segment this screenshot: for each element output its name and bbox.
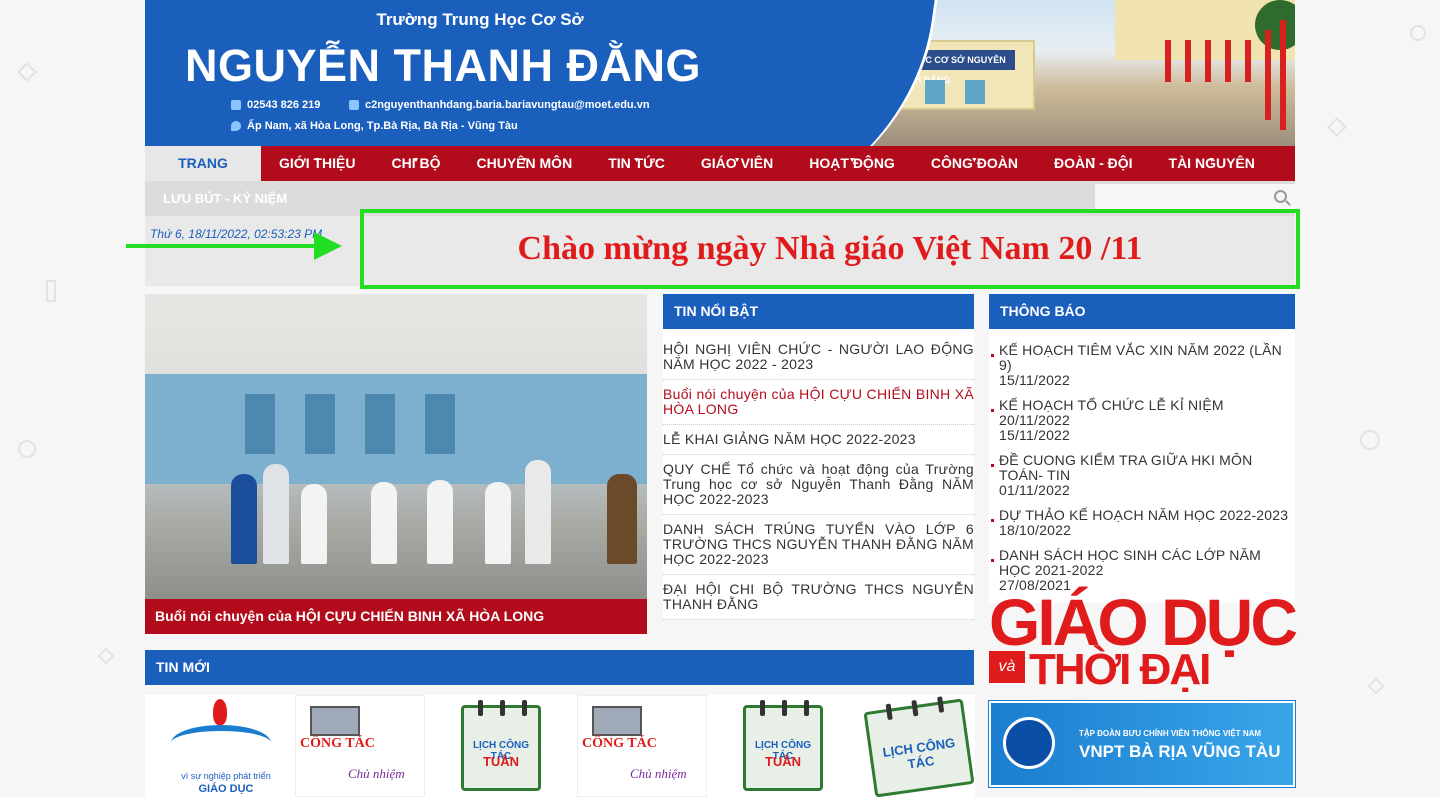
notice-item[interactable]: ĐỀ CUONG KIỂM TRA GIỮA HKI MÔN TOÁN- TIN… [989,453,1295,508]
featured-photo [145,294,647,599]
notices-header: THÔNG BÁO [989,294,1295,329]
mail-icon [349,100,359,110]
thumbnail-education-emblem[interactable]: vì sự nghiệp phát triển GIÁO DỤC [145,695,275,797]
nav-item-doan-doi[interactable]: ĐOÀN - ĐỘI ▼ [1036,146,1151,181]
chevron-down-icon: ▼ [970,157,978,164]
featured-news-list: HỘI NGHỊ VIÊN CHỨC - NGƯỜI LAO ĐỘNG NĂM … [663,329,974,620]
computer-icon [592,706,642,736]
chevron-down-icon: ▼ [733,157,741,164]
featured-news-column: TIN NỔI BẬT HỘI NGHỊ VIÊN CHỨC - NGƯỜI L… [663,294,974,620]
nav-item-resources[interactable]: TÀI NGUYÊN ▼ [1151,146,1273,181]
thumbnail-cong-tac[interactable]: CÔNG TÁC Chủ nhiệm [295,695,425,797]
nav-item-home[interactable]: TRANG CHỦ [145,146,261,206]
thumbnail-cong-tac[interactable]: CÔNG TÁC Chủ nhiệm [577,695,707,797]
search-icon[interactable] [1274,190,1287,203]
chevron-down-icon: ▼ [1208,157,1216,164]
computer-icon [310,706,360,736]
main-nav: TRANG CHỦ GIỚI THIỆU▼ CHI BỘ▼ CHUYÊN MÔN… [145,146,1295,206]
nav-item-activities[interactable]: HOẠT ĐỘNG ▼ [791,146,913,181]
address-contact: Ấp Nam, xã Hòa Long, Tp.Bà Rịa, Bà Rịa -… [231,120,518,132]
bg-decor-shape [1410,25,1426,41]
bg-decor-shape [46,280,56,302]
nav-item-chi-bo[interactable]: CHI BỘ ▼ [374,146,459,181]
notice-date: 01/11/2022 [999,482,1071,498]
thumbnail-lich-cong-tac[interactable]: LỊCH CÔNG TÁC TUẦN [719,695,849,797]
location-pin-icon [231,121,241,131]
school-name[interactable]: NGUYỄN THANH ĐẰNG [185,40,701,92]
list-item[interactable]: LỄ KHAI GIẢNG NĂM HỌC 2022-2023 [663,425,974,455]
email-address[interactable]: c2nguyenthanhdang.baria.bariavungtau@moe… [365,99,650,111]
thumbnail-lich-cong-tac[interactable]: LỊCH CÔNG TÁC TUẦN [437,695,567,797]
chevron-down-icon: ▼ [848,157,856,164]
featured-caption[interactable]: Buổi nói chuyện của HỘI CỰU CHIẾN BINH X… [145,599,647,634]
nav-item-union[interactable]: CÔNG ĐOÀN ▼ [913,146,1036,181]
latest-news-thumbnails: vì sự nghiệp phát triển GIÁO DỤC CÔNG TÁ… [145,695,975,797]
chevron-down-icon: ▼ [412,157,420,164]
phone-contact: 02543 826 219 [231,99,320,111]
chevron-down-icon: ▼ [520,157,528,164]
latest-news-header: TIN MỚI [145,650,974,685]
nav-item-news[interactable]: TIN TỨC ▼ [590,146,683,181]
calendar-icon: LỊCH CÔNG TÁC TUẦN [461,700,541,791]
list-item[interactable]: DANH SÁCH TRÚNG TUYỂN VÀO LỚP 6 TRƯỜNG T… [663,515,974,575]
calendar-icon: LỊCH CÔNG TÁC [863,696,975,797]
list-item[interactable]: QUY CHẾ Tổ chức và hoạt động của Trường … [663,455,974,515]
list-item[interactable]: Buổi nói chuyện của HỘI CỰU CHIẾN BINH X… [663,380,974,425]
bg-decor-shape [17,62,37,82]
notices-column: THÔNG BÁO KẾ HOẠCH TIÊM VẮC XIN NĂM 2022… [989,294,1295,603]
list-item[interactable]: HỘI NGHỊ VIÊN CHỨC - NGƯỜI LAO ĐỘNG NĂM … [663,335,974,380]
bg-decor-shape [1327,117,1347,137]
email-contact: c2nguyenthanhdang.baria.bariavungtau@moe… [349,99,650,111]
phone-number: 02543 826 219 [247,99,321,111]
search-input[interactable] [1095,184,1295,212]
site-header: TRƯỜNG TRUNG HỌC CƠ SỞ NGUYỄN THANH ĐẰNG… [145,0,1295,146]
notice-date: 15/11/2022 [999,372,1071,388]
bg-decor-shape [18,440,36,458]
chevron-down-icon: ▼ [633,157,641,164]
address-text: Ấp Nam, xã Hòa Long, Tp.Bà Rịa, Bà Rịa -… [247,120,518,132]
vnpt-banner[interactable]: TẬP ĐOÀN BƯU CHÍNH VIỄN THÔNG VIỆT NAM V… [988,700,1296,788]
nav-item-teachers[interactable]: GIÁO VIÊN ▼ [683,146,791,181]
thumbnail-lich-cong-tac[interactable]: LỊCH CÔNG TÁC [845,695,975,797]
featured-news-header: TIN NỔI BẬT [663,294,974,329]
giao-duc-thoi-dai-logo[interactable]: GIÁO DỤC và THỜI ĐẠI [989,589,1298,694]
greeting-text: Chào mừng ngày Nhà giáo Việt Nam 20 /11 [517,230,1143,267]
nav-item-guestbook[interactable]: LƯU BÚT - KỶ NIỆM [145,181,305,216]
notice-item[interactable]: KẾ HOẠCH TIÊM VẮC XIN NĂM 2022 (LẦN 9) 15… [989,343,1295,398]
greeting-banner: Chào mừng ngày Nhà giáo Việt Nam 20 /11 [360,209,1300,289]
bg-decor-shape [1360,430,1380,450]
nav-item-chuyen-mon[interactable]: CHUYÊN MÔN ▼ [459,146,591,181]
featured-story[interactable]: Buổi nói chuyện của HỘI CỰU CHIẾN BINH X… [145,294,647,634]
book-icon [171,725,271,761]
notices-list: KẾ HOẠCH TIÊM VẮC XIN NĂM 2022 (LẦN 9) 15… [989,329,1295,603]
bg-decor-shape [1367,677,1385,695]
arrow-right-icon [126,232,342,260]
bg-decor-shape [97,647,115,665]
nav-item-about[interactable]: GIỚI THIỆU ▼ [261,146,374,181]
chevron-down-icon: ▼ [1089,157,1097,164]
notice-date: 15/11/2022 [999,427,1071,443]
chevron-down-icon: ▼ [313,157,321,164]
vnpt-logo-icon [1003,717,1055,769]
calendar-icon: LỊCH CÔNG TÁC TUẦN [743,700,823,791]
phone-icon [231,100,241,110]
notice-date: 18/10/2022 [999,522,1072,538]
notice-item[interactable]: KẾ HOẠCH TỔ CHỨC LỄ KỈ NIỆM 20/11/2022 15… [989,398,1295,453]
notice-item[interactable]: DỰ THẢO KẾ HOẠCH NĂM HỌC 2022-2023 18/10/… [989,508,1295,548]
school-subtitle: Trường Trung Học Cơ Sở [376,10,584,29]
current-datetime: Thứ 6, 18/11/2022, 02:53:23 PM [150,227,323,241]
torch-icon [213,699,227,725]
list-item[interactable]: ĐẠI HỘI CHI BỘ TRƯỜNG THCS NGUYỄN THANH … [663,575,974,620]
